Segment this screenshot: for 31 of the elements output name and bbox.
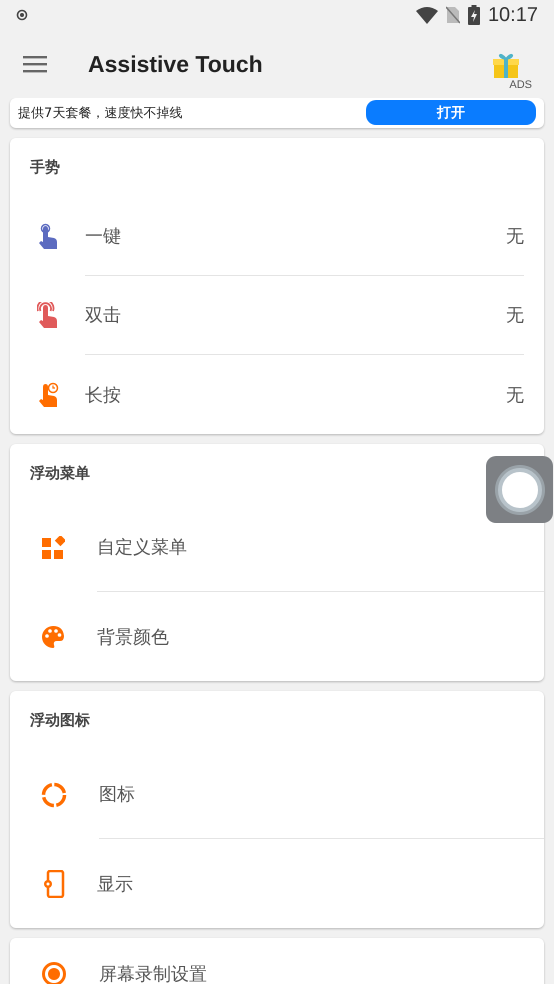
section-title: 浮动菜单 (29, 463, 91, 484)
open-button[interactable]: 打开 (366, 100, 536, 125)
row-label[interactable]: 背景颜色 (97, 624, 169, 648)
menu-icon (23, 55, 47, 73)
row-label[interactable]: 长按 (85, 382, 121, 406)
palette-icon (41, 624, 65, 648)
widgets-icon (41, 536, 65, 560)
row-label[interactable]: 一键 (85, 224, 121, 248)
phone-settings-icon (41, 870, 65, 898)
ring-icon (41, 782, 67, 808)
ad-text: 提供7天套餐，速度快不掉线 (18, 104, 182, 122)
wifi-icon (416, 6, 438, 24)
section-title: 手势 (29, 157, 61, 178)
app-title: Assistive Touch (88, 50, 264, 78)
ads-label: ADS (509, 79, 532, 91)
gift-icon[interactable] (492, 51, 520, 79)
row-label[interactable]: 自定义菜单 (97, 535, 187, 559)
no-sim-icon (446, 6, 460, 24)
status-time: 10:17 (488, 4, 538, 26)
floating-touch-button[interactable] (486, 456, 553, 523)
row-label[interactable]: 双击 (85, 303, 121, 327)
row-value: 无 (506, 384, 524, 406)
row-label[interactable]: 图标 (99, 782, 135, 806)
battery-icon (468, 5, 480, 25)
row-label[interactable]: 显示 (97, 872, 133, 896)
section-title: 浮动图标 (29, 710, 91, 731)
record-icon (41, 961, 67, 984)
status-dot-icon (16, 9, 28, 21)
row-label[interactable]: 屏幕录制设置 (99, 962, 207, 984)
row-value: 无 (506, 225, 524, 248)
row-value: 无 (506, 304, 524, 327)
